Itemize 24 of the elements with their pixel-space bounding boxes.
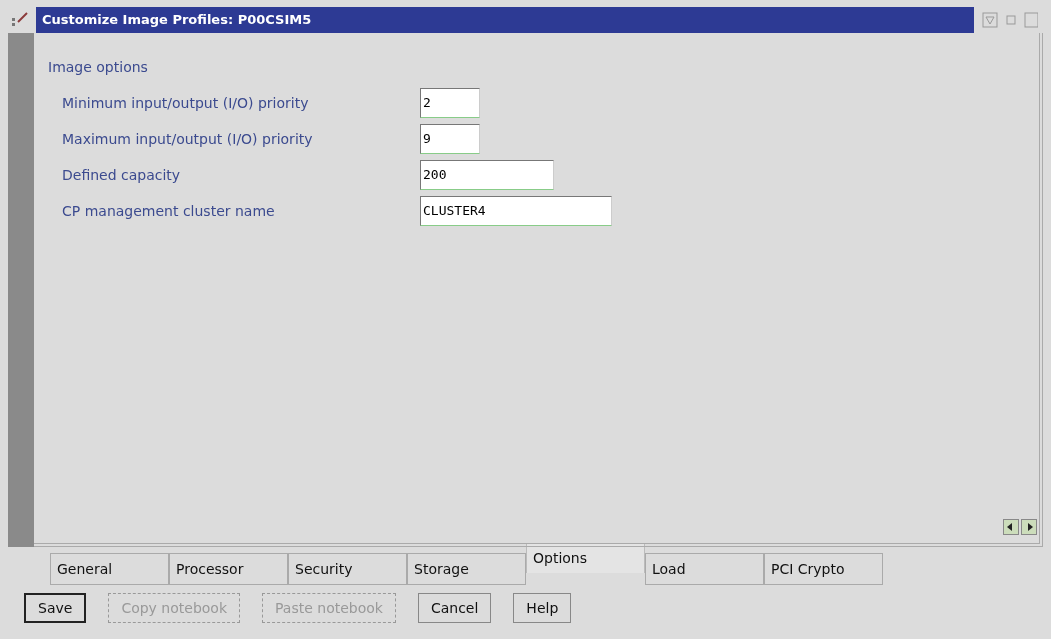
input-field[interactable]: 9 [420, 124, 480, 154]
tab[interactable]: Security [288, 553, 407, 585]
tab[interactable]: General [50, 553, 169, 585]
input-field[interactable]: 200 [420, 160, 554, 190]
arrow-right-icon [1025, 523, 1033, 531]
field-label: Minimum input/output (I/O) priority [62, 93, 310, 113]
dialog-button[interactable]: Cancel [417, 593, 492, 623]
input-field[interactable]: 2 [420, 88, 480, 118]
scroll-right-button[interactable] [1021, 519, 1037, 535]
tab[interactable]: Options [526, 543, 645, 573]
tab[interactable]: Storage [407, 553, 526, 585]
scroll-left-button[interactable] [1003, 519, 1019, 535]
tab[interactable]: Processor [169, 553, 288, 585]
section-heading: Image options [48, 58, 149, 77]
tab[interactable]: PCI Crypto [764, 553, 883, 585]
window-title: Customize Image Profiles: P00CSIM5 [42, 11, 312, 30]
field-label: Defined capacity [62, 165, 182, 185]
field-label: Maximum input/output (I/O) priority [62, 129, 314, 149]
tab[interactable]: Load [645, 553, 764, 585]
arrow-left-icon [1007, 523, 1015, 531]
dialog-button[interactable]: Save [24, 593, 87, 623]
field-label: CP management cluster name [62, 201, 276, 221]
dialog-button[interactable]: Help [513, 593, 572, 623]
input-field[interactable]: CLUSTER4 [420, 196, 612, 226]
